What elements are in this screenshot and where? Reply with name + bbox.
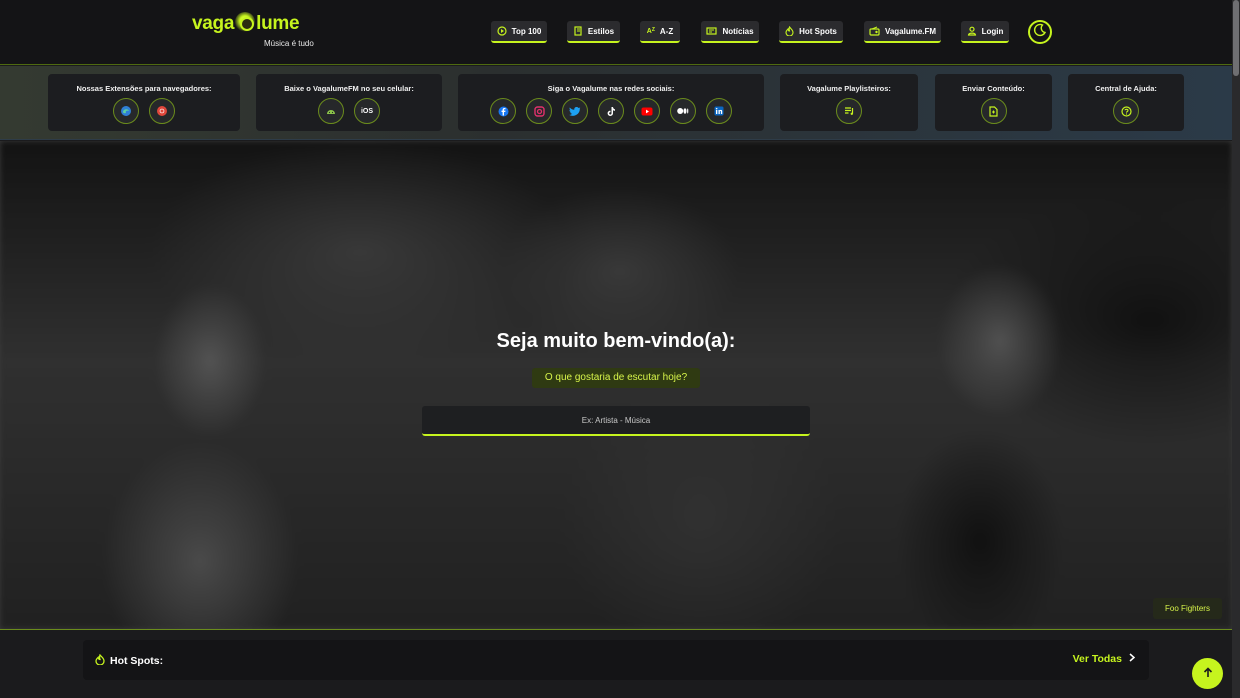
- help-card: Central de Ajuda:: [1068, 74, 1184, 131]
- flame-icon: [785, 26, 794, 36]
- scroll-to-top-button[interactable]: [1192, 658, 1223, 689]
- document-icon[interactable]: [980, 98, 1007, 124]
- photo-credit-badge[interactable]: Foo Fighters: [1153, 598, 1222, 619]
- nav-hotspots-button[interactable]: Hot Spots: [779, 21, 843, 43]
- help-title: Central de Ajuda:: [1095, 84, 1157, 93]
- hot-spots-heading: Hot Spots:: [95, 653, 164, 668]
- extensions-card: Nossas Extensões para navegadores:: [48, 74, 240, 131]
- radio-icon: [869, 26, 880, 36]
- hero-subtitle: O que gostaria de escutar hoje?: [532, 368, 700, 388]
- user-icon: [967, 26, 977, 36]
- promo-banner: Nossas Extensões para navegadores: Baixe…: [0, 66, 1232, 140]
- moon-icon: [1033, 23, 1047, 42]
- site-header: vaga lume Música é tudo Top 100 Estilos A…: [0, 0, 1232, 65]
- nav-noticias-button[interactable]: Notícias: [701, 21, 759, 43]
- play-circle-icon: [497, 26, 507, 36]
- logo[interactable]: vaga lume Música é tudo: [192, 10, 322, 54]
- nav-az-button[interactable]: AZ A-Z: [640, 21, 680, 43]
- social-title: Siga o Vagalume nas redes sociais:: [547, 84, 675, 93]
- medium-icon[interactable]: [670, 98, 696, 124]
- book-icon: [573, 26, 583, 36]
- youtube-icon[interactable]: [634, 98, 660, 124]
- newspaper-icon: [706, 26, 718, 36]
- app-card: Baixe o VagalumeFM no seu celular: iOS: [256, 74, 442, 131]
- flame-icon: [95, 653, 105, 668]
- submit-title: Enviar Conteúdo:: [962, 84, 1025, 93]
- hero-section: Seja muito bem-vindo(a): O que gostaria …: [0, 141, 1232, 630]
- nav-top100-button[interactable]: Top 100: [491, 21, 547, 43]
- nav-estilos-button[interactable]: Estilos: [567, 21, 620, 43]
- playlists-card: Vagalume Playlisteiros:: [780, 74, 918, 131]
- nav-vagalumefm-button[interactable]: Vagalume.FM: [864, 21, 941, 43]
- twitter-icon[interactable]: [562, 98, 588, 124]
- firefly-icon: [235, 12, 256, 32]
- hot-spots-bar: Hot Spots: Ver Todas: [83, 640, 1149, 680]
- playlist-icon[interactable]: [836, 98, 862, 124]
- extensions-title: Nossas Extensões para navegadores:: [76, 84, 212, 93]
- scrollbar-thumb[interactable]: [1233, 0, 1239, 76]
- arrow-up-icon: [1203, 665, 1213, 683]
- android-icon[interactable]: [318, 98, 344, 124]
- app-title: Baixe o VagalumeFM no seu celular:: [284, 84, 414, 93]
- facebook-icon[interactable]: [490, 98, 516, 124]
- instagram-icon[interactable]: [526, 98, 552, 124]
- see-all-label: Ver Todas: [1072, 653, 1122, 665]
- logo-tagline: Música é tudo: [264, 39, 314, 48]
- submit-card: Enviar Conteúdo:: [935, 74, 1052, 131]
- chrome-icon[interactable]: [149, 98, 175, 124]
- help-icon[interactable]: [1113, 98, 1139, 124]
- linkedin-icon[interactable]: [706, 98, 732, 124]
- page-scrollbar[interactable]: [1232, 0, 1240, 698]
- edge-icon[interactable]: [113, 98, 139, 124]
- logo-wordmark: vaga lume: [192, 12, 300, 34]
- social-card: Siga o Vagalume nas redes sociais:: [458, 74, 764, 131]
- ios-button[interactable]: iOS: [354, 98, 380, 124]
- tiktok-icon[interactable]: [598, 98, 624, 124]
- sort-az-icon: AZ: [646, 26, 655, 35]
- theme-toggle-button[interactable]: [1028, 20, 1052, 44]
- ios-label: iOS: [360, 107, 374, 115]
- see-all-link[interactable]: Ver Todas: [1072, 653, 1136, 665]
- chevron-right-icon: [1129, 653, 1136, 665]
- hot-spots-title: Hot Spots:: [110, 655, 164, 667]
- playlists-title: Vagalume Playlisteiros:: [807, 84, 891, 93]
- search-input[interactable]: [422, 406, 810, 436]
- nav-login-button[interactable]: Login: [961, 21, 1009, 43]
- hero-title: Seja muito bem-vindo(a):: [496, 330, 736, 352]
